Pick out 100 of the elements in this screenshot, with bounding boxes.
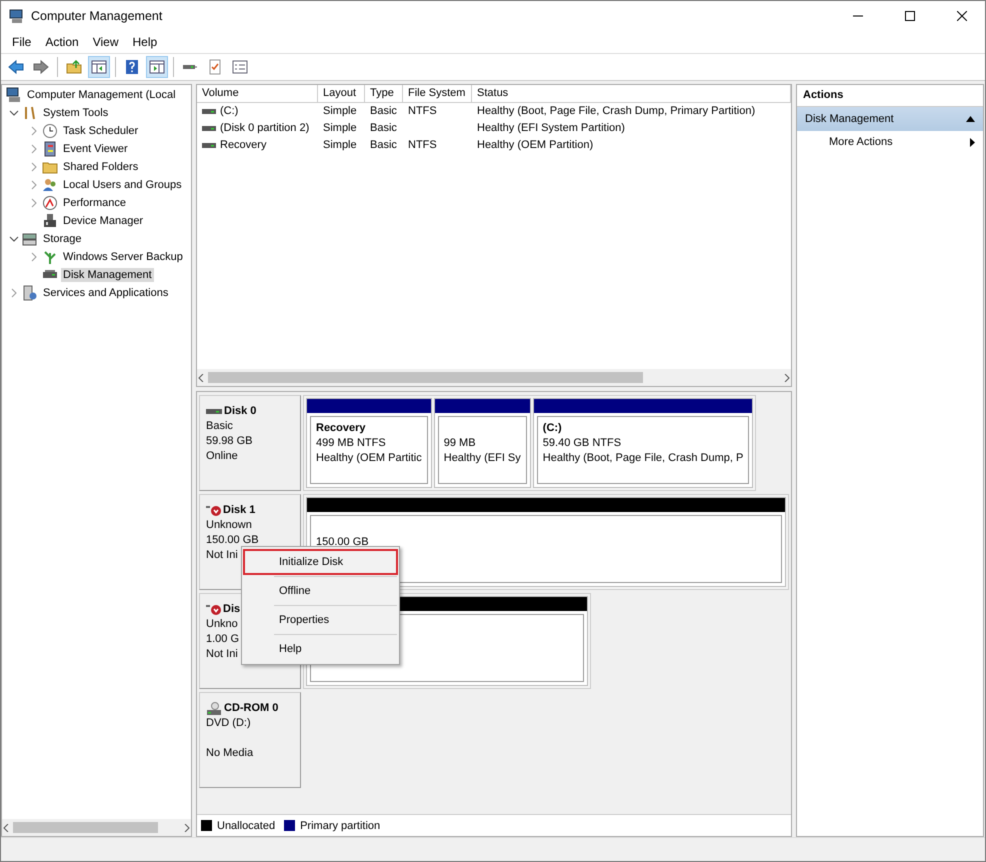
table-cell: NTFS [408,104,437,116]
actions-section[interactable]: Disk Management [797,107,983,131]
tree-item[interactable]: Local Users and Groups [61,178,184,192]
column-header[interactable]: Layout [318,85,365,103]
legend-label: Unallocated [217,820,276,832]
column-header[interactable]: Type [365,85,403,103]
tree-item[interactable]: System Tools [41,106,110,120]
window-title: Computer Management [31,9,164,23]
menu-item[interactable]: File [5,35,38,49]
disk-info: No Media [206,746,254,761]
action-link[interactable]: More Actions [829,136,893,148]
table-cell: (C:) [220,104,238,116]
table-cell: Healthy (Boot, Page File, Crash Dump, Primary Partition) [477,104,756,116]
table-cell: Healthy (OEM Partition) [477,138,594,150]
panel-icon [91,59,107,75]
legend-label: Primary partition [300,820,380,832]
partition-status: Healthy (Boot, Page File, Crash Dump, P [542,451,744,466]
collapse-icon [966,116,975,122]
disk-info: 150.00 GB [206,533,260,548]
table-cell: Basic [370,138,397,150]
table-cell: Simple [323,122,357,134]
tree-item[interactable]: Windows Server Backup [61,250,185,264]
book-icon [42,141,58,157]
column-header[interactable]: Volume [197,85,318,103]
disk-info: 1.00 G [206,632,240,647]
table-cell: (Disk 0 partition 2) [220,122,310,134]
table-cell: Simple [323,104,357,116]
partition-size: 59.40 GB NTFS [542,436,622,451]
table-cell: Basic [370,104,397,116]
disk-name: Disk 0 [224,404,256,419]
tree-item[interactable]: Device Manager [61,214,146,228]
table-cell: Recovery [220,138,266,150]
partition[interactable]: (C:) 59.40 GB NTFS Healthy (Boot, Page File, Crash Dump, P [532,398,754,488]
menu-item[interactable]: Properties [243,607,398,633]
menu-item[interactable]: Action [38,35,86,49]
panel-icon [149,59,165,75]
scroll-right-icon[interactable] [183,824,191,832]
column-header[interactable]: Status [472,85,791,103]
disk-info: 59.98 GB [206,434,254,449]
maximize-icon [905,11,915,21]
partition[interactable]: 99 MB Healthy (EFI Sy [434,398,531,488]
disk-name: Dis [223,602,240,617]
partition-size: 99 MB [444,436,477,451]
computer-icon [6,87,22,103]
column-header[interactable]: File System [403,85,472,103]
tree-item[interactable]: Disk Management [61,268,154,282]
gauge-icon [42,195,58,211]
plant-icon [42,249,58,265]
scroll-left-icon[interactable] [197,374,205,382]
tree-item[interactable]: Task Scheduler [61,124,140,138]
disc-drive-icon [206,702,222,716]
table-cell: NTFS [408,138,437,150]
folder-up-icon [66,59,82,75]
partition-size: 499 MB NTFS [316,436,387,451]
toolbar-button[interactable] [146,56,168,78]
disk-info: Unknown [206,518,253,533]
partition-status: Healthy (OEM Partitic [316,451,422,466]
menu-item[interactable]: Help [126,35,164,49]
partition-status: Healthy (EFI Sy [444,451,521,466]
help-icon [124,59,140,75]
partition-size: 150.00 GB [316,535,370,550]
partition[interactable]: Recovery 499 MB NTFS Healthy (OEM Partitic [306,398,432,488]
device-icon [42,213,58,229]
computer-icon [9,8,25,24]
scroll-left-icon[interactable] [2,824,10,832]
menu-item[interactable]: Help [243,636,398,662]
toolbar-button[interactable] [88,56,110,78]
server-icon [22,285,38,301]
menu-item[interactable]: Initialize Disk [243,549,398,575]
table-cell: Simple [323,138,357,150]
partition-name: (C:) [542,421,563,436]
tree-item[interactable]: Storage [41,232,84,246]
back-arrow-icon [8,59,24,75]
tree-item[interactable]: Performance [61,196,128,210]
scroll-right-icon[interactable] [783,374,791,382]
checklist-icon [207,59,223,75]
tree-item[interactable]: Shared Folders [61,160,140,174]
disk-name: CD-ROM 0 [224,701,278,716]
scroll-thumb[interactable] [208,372,643,383]
partition-name: Recovery [316,421,367,436]
table-cell: Healthy (EFI System Partition) [477,122,625,134]
disk-info: Basic [206,419,234,434]
storage-icon [22,231,38,247]
disk-info: Online [206,449,239,464]
close-icon [957,11,967,21]
menu-item[interactable]: View [86,35,126,49]
scroll-thumb[interactable] [13,822,158,833]
disk-info: DVD (D:) [206,716,252,731]
users-icon [42,177,58,193]
clock-icon [42,123,58,139]
tree-item[interactable]: Event Viewer [61,142,130,156]
tools-icon [22,105,38,121]
tree-item[interactable]: Computer Management (Local [25,88,178,102]
submenu-arrow-icon [970,138,975,146]
list-icon [232,59,248,75]
forward-arrow-icon [33,59,49,75]
table-cell: Basic [370,122,397,134]
disk-name: Disk 1 [223,503,256,518]
section-title: Disk Management [805,113,894,125]
tree-item[interactable]: Services and Applications [41,286,170,300]
